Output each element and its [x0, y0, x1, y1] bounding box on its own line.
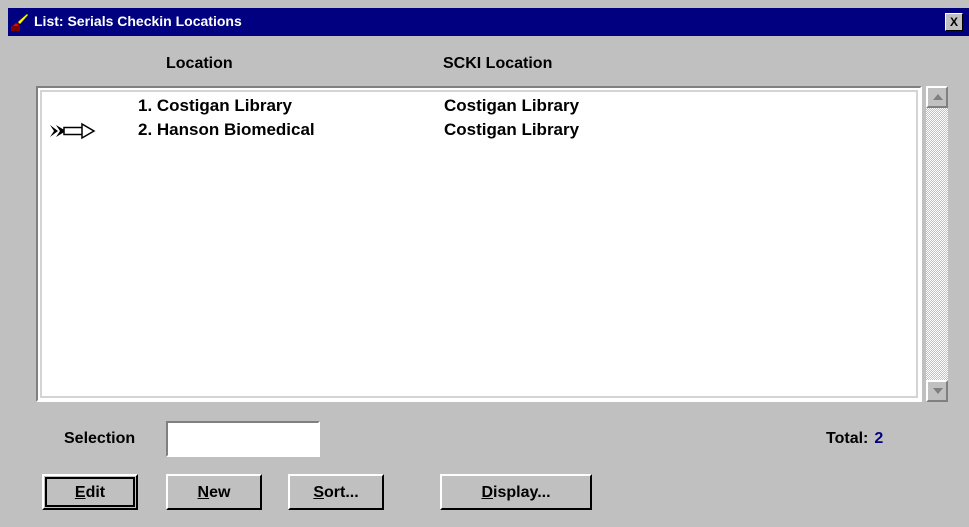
edit-button-label: dit: [85, 483, 106, 501]
list-item-selected[interactable]: 2. Hanson Biomedical Costigan Library: [42, 120, 916, 142]
new-button[interactable]: New: [166, 474, 262, 510]
new-button-accelerator: N: [197, 483, 210, 501]
total-label: Total:: [826, 430, 869, 447]
total-count: Total: 2: [826, 430, 883, 448]
title-bar[interactable]: List: Serials Checkin Locations X: [8, 8, 969, 36]
scroll-up-button[interactable]: [926, 86, 948, 108]
vertical-scrollbar[interactable]: [926, 86, 948, 402]
scki-location-cell: Costigan Library: [444, 96, 580, 115]
quill-pen-icon: [11, 13, 29, 31]
location-cell: 2. Hanson Biomedical: [138, 120, 315, 139]
edit-button-accelerator: E: [74, 483, 86, 501]
list-item[interactable]: 1. Costigan Library Costigan Library: [42, 96, 916, 118]
new-button-label: ew: [209, 483, 231, 501]
list-window: List: Serials Checkin Locations X Locati…: [0, 0, 969, 527]
sort-button-label: ort...: [324, 483, 359, 501]
location-cell: 1. Costigan Library: [138, 96, 292, 115]
display-button-label: isplay...: [493, 483, 551, 501]
display-button[interactable]: Display...: [440, 474, 592, 510]
column-header-location[interactable]: Location: [166, 55, 233, 73]
display-button-accelerator: D: [481, 483, 494, 501]
double-arrow-pointer-icon: [50, 122, 96, 140]
edit-button[interactable]: Edit: [42, 474, 138, 510]
selection-input[interactable]: [166, 421, 320, 457]
list-body: 1. Costigan Library Costigan Library 2. …: [40, 90, 918, 398]
scki-location-cell: Costigan Library: [444, 120, 580, 139]
location-list[interactable]: 1. Costigan Library Costigan Library 2. …: [36, 86, 922, 402]
close-button[interactable]: X: [945, 13, 963, 31]
triangle-up-icon: [933, 94, 943, 100]
selection-label: Selection: [64, 430, 136, 447]
scroll-down-button[interactable]: [926, 380, 948, 402]
sort-button-accelerator: S: [313, 483, 324, 501]
column-header-scki-location[interactable]: SCKI Location: [443, 55, 552, 73]
total-value: 2: [874, 430, 884, 447]
window-title: List: Serials Checkin Locations: [34, 13, 242, 29]
triangle-down-icon: [933, 388, 943, 394]
sort-button[interactable]: Sort...: [288, 474, 384, 510]
